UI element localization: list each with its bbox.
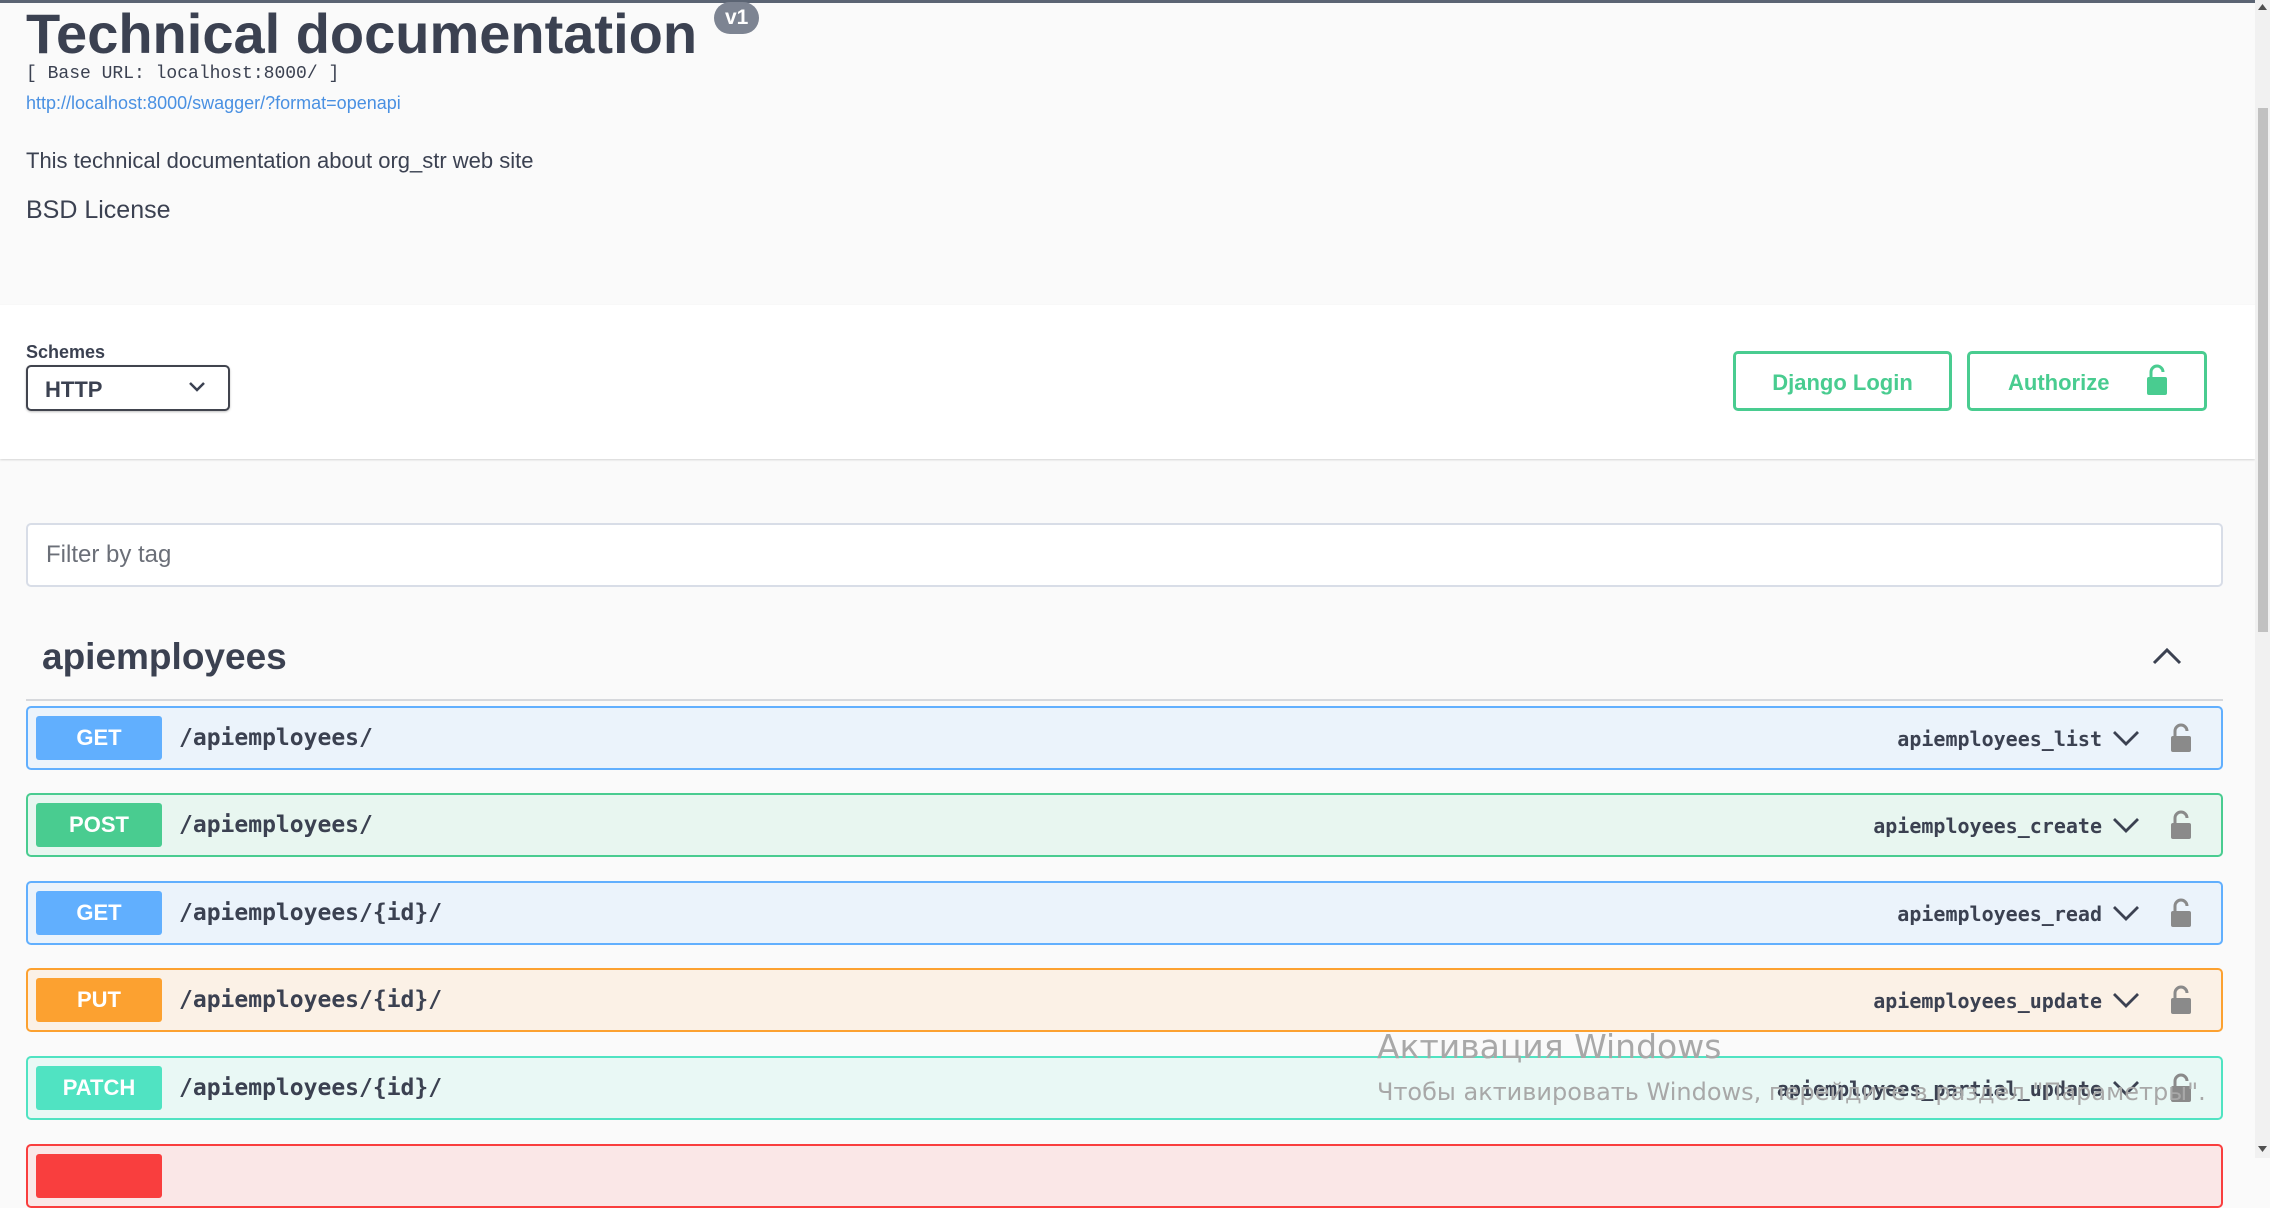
- method-badge: GET: [36, 891, 162, 935]
- operation-path: /apiemployees/{id}/: [179, 900, 443, 926]
- lock-icon[interactable]: [2169, 984, 2193, 1016]
- operation-row[interactable]: PUT /apiemployees/{id}/ apiemployees_upd…: [26, 968, 2223, 1032]
- operation-id: apiemployees_update: [1873, 989, 2102, 1013]
- operation-path: /apiemployees/{id}/: [179, 987, 443, 1013]
- chevron-down-icon[interactable]: [2112, 729, 2140, 747]
- scrollbar-thumb[interactable]: [2258, 108, 2268, 632]
- chevron-up-icon[interactable]: [2151, 645, 2183, 667]
- operation-path: /apiemployees/{id}/: [179, 1075, 443, 1101]
- lock-icon[interactable]: [2169, 897, 2193, 929]
- chevron-down-icon[interactable]: [2112, 816, 2140, 834]
- operation-row-partial[interactable]: [26, 1144, 2223, 1208]
- operation-id: apiemployees_partial_update: [1776, 1077, 2102, 1101]
- authorize-button[interactable]: Authorize: [1967, 351, 2207, 411]
- django-login-label: Django Login: [1772, 370, 1913, 395]
- method-badge: GET: [36, 716, 162, 760]
- tag-section-header[interactable]: apiemployees: [26, 628, 2223, 701]
- operation-row[interactable]: POST /apiemployees/ apiemployees_create: [26, 793, 2223, 857]
- scroll-up-arrow-icon[interactable]: [2257, 3, 2268, 11]
- method-badge: PUT: [36, 978, 162, 1022]
- filter-by-tag-input[interactable]: [26, 523, 2223, 587]
- method-badge: PATCH: [36, 1066, 162, 1110]
- api-info: Technical documentation v1 [ Base URL: l…: [26, 0, 2206, 224]
- authorize-label: Authorize: [2008, 370, 2110, 395]
- page-title: Technical documentation: [26, 2, 698, 65]
- chevron-down-icon[interactable]: [2112, 991, 2140, 1009]
- api-description: This technical documentation about org_s…: [26, 148, 534, 173]
- scheme-select-value: HTTP: [45, 377, 103, 402]
- lock-icon[interactable]: [2169, 1072, 2193, 1104]
- spec-link[interactable]: http://localhost:8000/swagger/?format=op…: [26, 93, 401, 114]
- method-badge: POST: [36, 803, 162, 847]
- license-text: BSD License: [26, 196, 171, 224]
- title-row: Technical documentation v1: [26, 0, 2206, 70]
- operation-path: /apiemployees/: [179, 812, 373, 838]
- scroll-down-arrow-icon[interactable]: [2257, 1145, 2268, 1153]
- scheme-select[interactable]: HTTP: [26, 365, 230, 411]
- tag-title: apiemployees: [42, 636, 287, 677]
- lock-icon[interactable]: [2169, 809, 2193, 841]
- operation-id: apiemployees_list: [1897, 727, 2102, 751]
- operation-row[interactable]: GET /apiemployees/{id}/ apiemployees_rea…: [26, 881, 2223, 945]
- version-badge: v1: [714, 2, 760, 34]
- base-url: [ Base URL: localhost:8000/ ]: [26, 64, 340, 84]
- method-badge: [36, 1154, 162, 1198]
- chevron-down-icon[interactable]: [2112, 904, 2140, 922]
- django-login-button[interactable]: Django Login: [1733, 351, 1952, 411]
- chevron-down-icon[interactable]: [2112, 1079, 2140, 1097]
- scheme-container: Schemes HTTP Django Login Authorize: [0, 305, 2255, 459]
- lock-icon: [2147, 364, 2167, 395]
- operation-row[interactable]: GET /apiemployees/ apiemployees_list: [26, 706, 2223, 770]
- operation-id: apiemployees_create: [1873, 814, 2102, 838]
- operation-path: /apiemployees/: [179, 725, 373, 751]
- chevron-down-icon: [189, 382, 205, 392]
- schemes-label: Schemes: [26, 342, 106, 362]
- lock-icon[interactable]: [2169, 722, 2193, 754]
- operation-id: apiemployees_read: [1897, 902, 2102, 926]
- operation-row[interactable]: PATCH /apiemployees/{id}/ apiemployees_p…: [26, 1056, 2223, 1120]
